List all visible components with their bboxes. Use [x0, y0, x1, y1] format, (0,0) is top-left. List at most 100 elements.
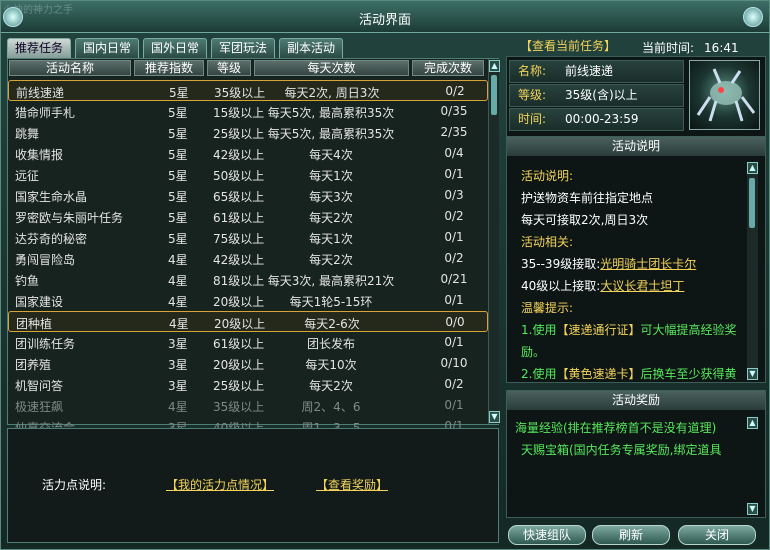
table-row[interactable]: 团养殖 3星 20级以上 每天10次 0/10 [8, 353, 488, 374]
row-times: 周2、4、6 [301, 400, 361, 414]
col-stars[interactable]: 推荐指数 [134, 60, 204, 76]
reward-scroll-down-icon[interactable]: ▼ [747, 503, 758, 515]
view-reward-link[interactable]: 【查看奖励】 [316, 476, 388, 493]
r2-prefix: 40级以上接取: [521, 279, 601, 293]
scroll-down-icon[interactable]: ▼ [489, 411, 500, 423]
row-times: 每天2次 [309, 379, 353, 393]
desc-scroll-thumb[interactable] [749, 178, 755, 228]
row-stars: 3星 [168, 379, 188, 393]
desc-scroll-down-icon[interactable]: ▼ [747, 368, 758, 380]
info-name-value: 前线速递 [565, 64, 614, 78]
close-button[interactable]: 关闭 [678, 525, 756, 545]
tab-foreign-daily[interactable]: 国外日常 [143, 38, 207, 58]
row-done: 0/1 [444, 167, 464, 181]
detail-column: 【查看当前任务】 当前时间: 16:41 名称: 前线速递 等级: 35级(含)以上 … [506, 34, 766, 546]
row-name: 跳舞 [15, 127, 40, 141]
row-stars: 5星 [169, 86, 189, 100]
table-row[interactable]: 前线速递 5星 35级以上 每天2次, 周日3次 0/2 [8, 80, 488, 101]
table-row[interactable]: 极速狂飙 4星 35级以上 周2、4、6 0/1 [8, 395, 488, 416]
pass-item-link[interactable]: 【速递通行证】 [556, 323, 640, 337]
table-row[interactable]: 罗密欧与朱丽叶任务 5星 61级以上 每天2次 0/2 [8, 206, 488, 227]
row-level: 81级以上 [213, 274, 265, 288]
vitality-label: 活力点说明: [42, 478, 107, 492]
row-stars: 5星 [168, 211, 188, 225]
row-stars: 5星 [168, 169, 188, 183]
scroll-up-icon[interactable]: ▲ [489, 60, 500, 72]
row-stars: 3星 [168, 337, 188, 351]
desc-scrollbar[interactable]: ▲ ▼ [747, 162, 758, 380]
table-row[interactable]: 跳舞 5星 25级以上 每天5次, 最高累积35次 2/35 [8, 122, 488, 143]
row-name: 达芬奇的秘密 [15, 232, 88, 246]
col-done[interactable]: 完成次数 [412, 60, 484, 76]
reward-scroll-up-icon[interactable]: ▲ [747, 417, 758, 429]
table-row[interactable]: 猎命师手札 5星 15级以上 每天5次, 最高累积35次 0/35 [8, 101, 488, 122]
row-stars: 3星 [168, 358, 188, 372]
info-time-row: 时间: 00:00-23:59 [509, 108, 684, 131]
desc-scroll-up-icon[interactable]: ▲ [747, 162, 758, 174]
table-row[interactable]: 达芬奇的秘密 5星 75级以上 每天1次 0/1 [8, 227, 488, 248]
list-header: 活动名称 推荐指数 等级 每天次数 完成次数 [8, 59, 484, 77]
row-stars: 5星 [168, 190, 188, 204]
my-vitality-link[interactable]: 【我的活力点情况】 [166, 476, 274, 493]
row-times: 每天1次 [309, 169, 353, 183]
table-row[interactable]: 收集情报 5星 42级以上 每天4次 0/4 [8, 143, 488, 164]
quick-team-button[interactable]: 快速组队 [508, 525, 586, 545]
description-panel: 活动说明 ▲ ▼ 活动说明: 护送物资车前往指定地点 每天可接取2次,周日3次 … [506, 136, 766, 383]
table-row[interactable]: 国家生命水晶 5星 65级以上 每天3次 0/3 [8, 185, 488, 206]
row-times: 每天10次 [305, 358, 357, 372]
table-row[interactable]: 机智问答 3星 25级以上 每天2次 0/2 [8, 374, 488, 395]
table-row[interactable]: 勇闯冒险岛 4星 42级以上 每天2次 0/2 [8, 248, 488, 269]
desc-line1: 护送物资车前往指定地点 [521, 191, 654, 205]
row-level: 61级以上 [213, 211, 265, 225]
info-level-value: 35级(含)以上 [565, 88, 638, 102]
col-name[interactable]: 活动名称 [9, 60, 131, 76]
col-times[interactable]: 每天次数 [254, 60, 409, 76]
row-stars: 4星 [168, 253, 188, 267]
row-level: 20级以上 [213, 358, 265, 372]
table-row[interactable]: 国家建设 4星 20级以上 每天1轮5-15环 0/1 [8, 290, 488, 311]
row-level: 20级以上 [214, 317, 266, 331]
tab-recommended[interactable]: 推荐任务 [7, 38, 71, 59]
npc-link-constantine[interactable]: 大议长君士坦丁 [600, 279, 684, 293]
table-row[interactable]: 团训练任务 3星 61级以上 团长发布 0/1 [8, 332, 488, 353]
table-row[interactable]: 钓鱼 4星 81级以上 每天3次, 最高累积21次 0/21 [8, 269, 488, 290]
view-task-link[interactable]: 【查看当前任务】 [520, 37, 616, 54]
row-times: 每天1次 [309, 232, 353, 246]
tab-legion[interactable]: 军团玩法 [211, 38, 275, 58]
row-name: 钓鱼 [15, 274, 40, 288]
row-times: 每天3次 [309, 190, 353, 204]
npc-link-carl[interactable]: 光明骑士团长卡尔 [600, 257, 696, 271]
activity-list: 活动名称 推荐指数 等级 每天次数 完成次数 前线速递 5星 35级以上 每天2次, … [7, 58, 500, 435]
reward-line1: 海量经验(排在推荐榜首不是没有道理) [515, 421, 717, 435]
window-icon [3, 7, 23, 27]
title-bar[interactable]: 火神的神力之手 活动界面 [1, 1, 769, 33]
list-scrollbar[interactable]: ▲ ▼ [488, 59, 500, 424]
refresh-button[interactable]: 刷新 [592, 525, 670, 545]
table-row[interactable]: 远征 5星 50级以上 每天1次 0/1 [8, 164, 488, 185]
table-row[interactable]: 团种植 4星 20级以上 每天2-6次 0/0 [8, 311, 488, 332]
row-times: 每天2次 [309, 253, 353, 267]
desc-tip2: 2.使用【黄色速递卡】后换车至少获得黄 [521, 365, 736, 382]
row-level: 35级以上 [213, 400, 265, 414]
info-name-row: 名称: 前线速递 [509, 60, 684, 83]
tab-domestic-daily[interactable]: 国内日常 [75, 38, 139, 58]
tab-dungeon[interactable]: 副本活动 [279, 38, 343, 58]
row-level: 15级以上 [213, 106, 265, 120]
row-times: 每天2次, 周日3次 [284, 86, 380, 100]
col-level[interactable]: 等级 [207, 60, 251, 76]
row-stars: 4星 [168, 274, 188, 288]
row-stars: 5星 [168, 232, 188, 246]
row-name: 收集情报 [15, 148, 64, 162]
row-times: 每天2-6次 [304, 317, 360, 331]
row-name: 猎命师手札 [15, 106, 76, 120]
scroll-thumb[interactable] [491, 75, 497, 115]
row-name: 国家建设 [15, 295, 64, 309]
row-times: 团长发布 [306, 337, 356, 351]
row-done: 0/4 [444, 146, 464, 160]
row-name: 罗密欧与朱丽叶任务 [15, 211, 124, 225]
card-item-link[interactable]: 【黄色速递卡】 [556, 367, 640, 381]
desc-related-1: 35--39级接取:光明骑士团长卡尔 [521, 255, 696, 272]
row-name: 远征 [15, 169, 40, 183]
close-icon[interactable] [743, 7, 763, 27]
desc-tip1: 1.使用【速递通行证】可大幅提高经验奖 [521, 321, 736, 338]
